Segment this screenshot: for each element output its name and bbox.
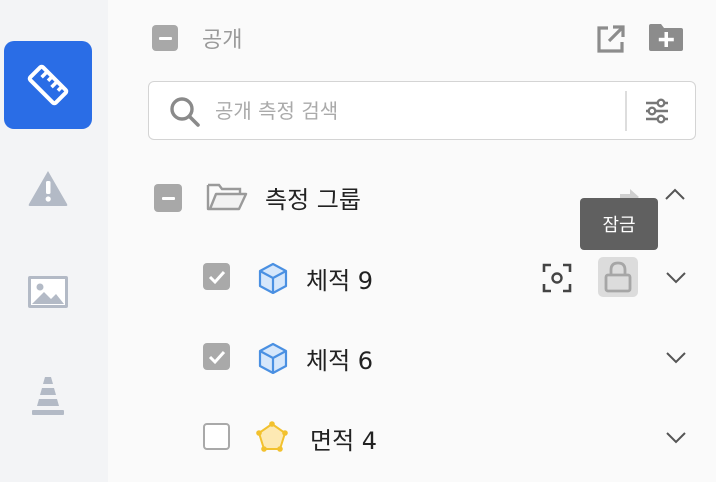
ruler-icon <box>25 62 71 108</box>
focus-target-icon <box>542 263 572 293</box>
item-checkbox[interactable] <box>203 423 230 450</box>
left-rail <box>0 0 108 482</box>
lock-tooltip: 잠금 <box>580 198 658 250</box>
traffic-cone-icon <box>28 375 68 417</box>
search-divider <box>625 91 627 131</box>
rail-measure-button[interactable] <box>4 41 92 129</box>
search-box <box>148 81 696 140</box>
search-icon <box>169 96 201 128</box>
item-checkbox[interactable] <box>203 343 230 370</box>
group-title: 측정 그룹 <box>265 186 361 214</box>
check-icon <box>207 267 227 287</box>
rail-image-button[interactable] <box>4 248 92 336</box>
item-chevron-down-icon[interactable] <box>665 429 687 445</box>
item-chevron-down-icon[interactable] <box>665 349 687 365</box>
lock-open-icon <box>603 260 633 294</box>
item-label[interactable]: 체적 6 <box>306 341 373 376</box>
group-collapse-toggle[interactable] <box>154 184 182 212</box>
group-chevron-up-icon[interactable] <box>664 186 686 202</box>
polygon-icon <box>255 420 289 454</box>
item-chevron-down-icon[interactable] <box>665 269 687 285</box>
item-label[interactable]: 면적 4 <box>310 421 377 456</box>
cube-icon <box>258 262 288 294</box>
filter-button[interactable] <box>643 97 671 125</box>
lock-button[interactable] <box>598 257 638 297</box>
item-label[interactable]: 체적 9 <box>306 261 373 296</box>
add-folder-button[interactable] <box>648 22 684 52</box>
warning-icon <box>26 168 70 208</box>
check-icon <box>207 347 227 367</box>
item-checkbox[interactable] <box>203 263 230 290</box>
public-collapse-toggle[interactable] <box>152 25 178 51</box>
sliders-icon <box>643 97 671 125</box>
folder-plus-icon <box>648 22 684 52</box>
image-icon <box>27 275 69 309</box>
measurement-panel: 공개 공개 측정 검색 측정 그룹 잠금 체적 9 체적 6 면적 4 <box>108 0 716 482</box>
search-input[interactable] <box>215 96 615 126</box>
header-title: 공개 <box>202 28 243 53</box>
export-button[interactable] <box>596 24 626 54</box>
focus-button[interactable] <box>542 263 572 293</box>
external-link-icon <box>596 24 626 54</box>
folder-open-icon <box>206 181 248 213</box>
rail-cone-button[interactable] <box>4 352 92 440</box>
cube-icon <box>258 342 288 374</box>
rail-warning-button[interactable] <box>4 144 92 232</box>
